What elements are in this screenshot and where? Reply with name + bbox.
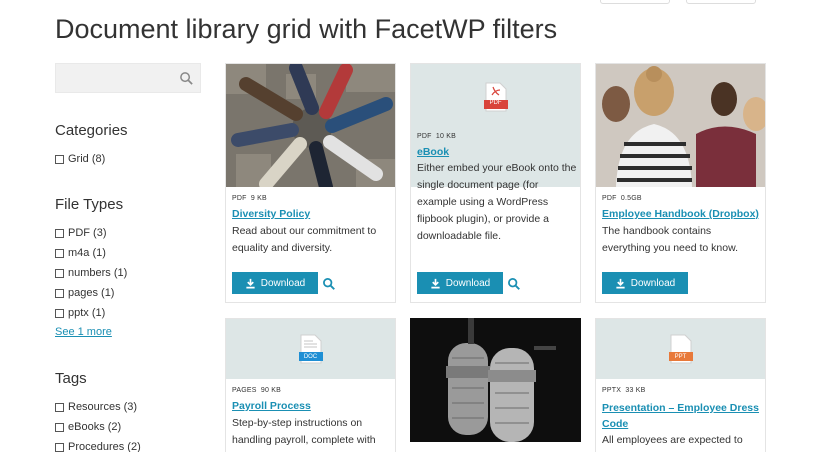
- file-size: 33 KB: [625, 387, 646, 394]
- facet-label: pages (1): [68, 287, 115, 299]
- top-control[interactable]: [600, 0, 670, 4]
- file-types-list: PDF (3) m4a (1) numbers (1) pages (1) pp…: [55, 223, 127, 323]
- magnifier-icon[interactable]: [507, 277, 521, 291]
- search-input[interactable]: [56, 64, 176, 92]
- facet-label: pptx (1): [68, 307, 106, 319]
- file-type: PDF: [232, 195, 247, 202]
- document-thumbnail[interactable]: [226, 64, 395, 187]
- document-title-link[interactable]: Employee Handbook (Dropbox): [602, 208, 759, 220]
- file-size: 0.5GB: [620, 195, 642, 202]
- document-description: Either embed your eBook onto the single …: [417, 162, 577, 242]
- facet-label: eBooks (2): [68, 421, 122, 433]
- file-size: 90 KB: [260, 387, 281, 394]
- document-thumbnail[interactable]: PPT: [596, 319, 765, 379]
- file-size: 9 KB: [250, 195, 267, 202]
- document-description: The handbook contains everything you nee…: [602, 225, 739, 254]
- top-control[interactable]: [686, 0, 756, 4]
- file-meta: PDF 0.5GB: [602, 195, 642, 202]
- page-title: Document library grid with FacetWP filte…: [55, 14, 558, 44]
- facet-option[interactable]: Resources (3): [55, 397, 141, 417]
- file-types-heading: File Types: [55, 196, 124, 213]
- file-meta: PAGES 90 KB: [232, 387, 281, 394]
- facet-option[interactable]: pptx (1): [55, 303, 127, 323]
- file-type: PDF: [417, 133, 432, 140]
- checkbox[interactable]: [55, 154, 64, 164]
- file-icon-label: PDF: [489, 100, 502, 106]
- checkbox[interactable]: [55, 288, 64, 298]
- checkbox[interactable]: [55, 422, 64, 432]
- checkbox[interactable]: [55, 308, 64, 318]
- categories-list: Grid (8): [55, 149, 105, 169]
- file-size: 10 KB: [435, 133, 456, 140]
- facet-label: Resources (3): [68, 401, 138, 413]
- facet-option[interactable]: m4a (1): [55, 243, 127, 263]
- download-icon: [616, 278, 625, 288]
- file-type: PDF: [602, 195, 617, 202]
- tags-list: Resources (3) eBooks (2) Procedures (2): [55, 397, 141, 452]
- facet-label: m4a (1): [68, 247, 106, 259]
- document-thumbnail[interactable]: [410, 318, 581, 442]
- checkbox[interactable]: [55, 228, 64, 238]
- file-meta: PDF 10 KB: [417, 133, 456, 140]
- document-title-link[interactable]: eBook: [417, 146, 449, 158]
- file-icon-label: PPT: [674, 354, 687, 360]
- see-more-link[interactable]: See 1 more: [55, 326, 112, 338]
- document-description: Read about our commitment to equality an…: [232, 225, 377, 254]
- facet-label: Grid (8): [68, 153, 106, 165]
- document-card: [410, 318, 581, 442]
- facet-label: PDF (3): [68, 227, 107, 239]
- download-label: Download: [445, 277, 491, 289]
- facet-option[interactable]: eBooks (2): [55, 417, 141, 437]
- download-label: Download: [260, 277, 306, 289]
- facet-option[interactable]: numbers (1): [55, 263, 127, 283]
- download-icon: [246, 278, 255, 288]
- document-card: DOC PAGES 90 KB Payroll Process Step-by-…: [225, 318, 396, 452]
- document-description: Step-by-step instructions on handling pa…: [232, 417, 376, 446]
- file-type: PAGES: [232, 387, 257, 394]
- checkbox[interactable]: [55, 248, 64, 258]
- file-meta: PDF 9 KB: [232, 195, 267, 202]
- download-label: Download: [630, 277, 676, 289]
- document-description: All employees are expected to look: [602, 434, 743, 452]
- file-icon-label: DOC: [303, 354, 318, 360]
- document-card: PDF 0.5GB Employee Handbook (Dropbox) Th…: [595, 63, 766, 303]
- checkbox[interactable]: [55, 442, 64, 452]
- document-card: PDF 9 KB Diversity Policy Read about our…: [225, 63, 396, 303]
- facet-option[interactable]: Grid (8): [55, 149, 105, 169]
- download-button[interactable]: Download: [417, 272, 503, 294]
- checkbox[interactable]: [55, 268, 64, 278]
- search-icon[interactable]: [179, 71, 194, 86]
- microphone-photo-image: [410, 318, 581, 442]
- file-icon: [483, 82, 508, 112]
- categories-heading: Categories: [55, 122, 128, 139]
- document-title-link[interactable]: Payroll Process: [232, 400, 311, 412]
- facet-option[interactable]: pages (1): [55, 283, 127, 303]
- feet-photo-image: [226, 64, 395, 187]
- magnifier-icon[interactable]: [322, 277, 336, 291]
- file-meta: PPTX 33 KB: [602, 387, 645, 394]
- document-title-link[interactable]: Presentation – Employee Dress Code: [602, 400, 762, 432]
- facet-option[interactable]: Procedures (2): [55, 437, 141, 452]
- audience-photo-image: [596, 64, 765, 187]
- facet-label: Procedures (2): [68, 441, 141, 452]
- search-box: [55, 63, 201, 93]
- download-button[interactable]: Download: [602, 272, 688, 294]
- tags-heading: Tags: [55, 370, 87, 387]
- checkbox[interactable]: [55, 402, 64, 412]
- facet-label: numbers (1): [68, 267, 128, 279]
- document-thumbnail[interactable]: DOC: [226, 319, 395, 379]
- document-title-link[interactable]: Diversity Policy: [232, 208, 310, 220]
- document-card: PPT PPTX 33 KB Presentation – Employee D…: [595, 318, 766, 452]
- document-thumbnail[interactable]: [596, 64, 765, 187]
- facet-option[interactable]: PDF (3): [55, 223, 127, 243]
- document-card: PDF PDF 10 KB eBook Either embed your eB…: [410, 63, 581, 303]
- download-button[interactable]: Download: [232, 272, 318, 294]
- download-icon: [431, 278, 440, 288]
- file-type: PPTX: [602, 387, 622, 394]
